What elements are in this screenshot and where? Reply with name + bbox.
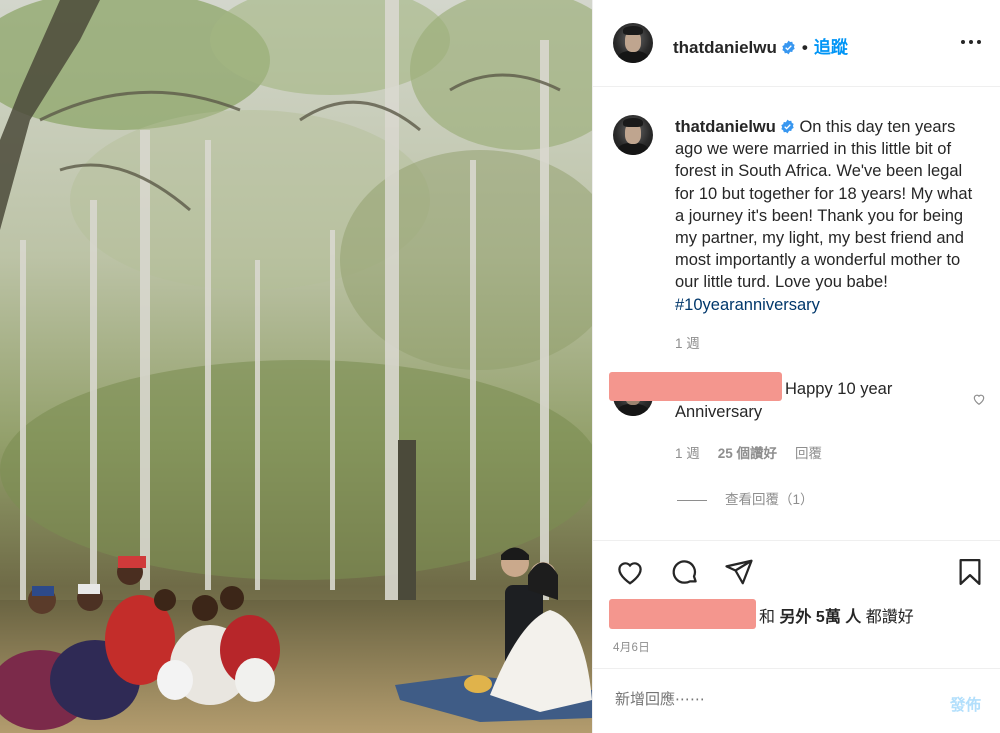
separator-dot: • — [801, 38, 808, 57]
like-heart-icon[interactable] — [615, 557, 645, 587]
header-name-row: thatdanielwu • 追蹤 — [673, 33, 848, 58]
post-caption: thatdanielwu On this day ten years ago w… — [675, 116, 985, 316]
comment-reply-button[interactable]: 回覆 — [795, 446, 822, 461]
likes-prefix: 和 — [759, 609, 776, 626]
redacted-liker-name — [609, 599, 756, 629]
post-comment-button[interactable]: 發佈 — [950, 693, 981, 715]
caption-username[interactable]: thatdanielwu — [675, 118, 776, 136]
verified-badge-icon — [782, 40, 795, 55]
add-comment-bar: 發佈 — [593, 668, 1000, 733]
share-paper-plane-icon[interactable] — [724, 557, 754, 587]
post-detail-panel: thatdanielwu • 追蹤 thatdanielwu On this day… — [592, 0, 1000, 733]
post-photo[interactable] — [0, 0, 592, 733]
caption-author-avatar[interactable] — [613, 115, 653, 155]
likes-summary[interactable]: 和 另外 5萬 人 都讚好 — [759, 603, 914, 627]
view-replies-label: 查看回覆（1） — [725, 492, 814, 507]
comment-time[interactable]: 1 週 — [675, 446, 700, 461]
comment-like-heart-icon[interactable] — [972, 392, 986, 406]
caption-hashtag[interactable]: #10yearanniversary — [675, 296, 820, 314]
caption-text: On this day ten years ago we were marrie… — [675, 118, 973, 292]
view-replies-button[interactable]: 查看回覆（1） — [677, 488, 814, 508]
comment-input[interactable] — [615, 691, 915, 708]
author-avatar[interactable] — [613, 23, 653, 63]
likes-suffix: 都讚好 — [865, 609, 914, 626]
replies-divider-line — [677, 499, 707, 501]
verified-badge-icon — [781, 119, 794, 134]
save-bookmark-icon[interactable] — [955, 557, 985, 587]
comment-text: Happy 10 year Anniversary — [675, 380, 893, 421]
likes-others-count[interactable]: 另外 5萬 人 — [779, 609, 861, 626]
caption-time[interactable]: 1 週 — [675, 332, 700, 352]
more-options-icon[interactable] — [961, 38, 981, 48]
comment-likes-count[interactable]: 25 個讚好 — [718, 446, 777, 461]
comment-meta: 1 週 25 個讚好 回覆 — [675, 442, 840, 462]
follow-button[interactable]: 追蹤 — [814, 38, 848, 57]
comment-bubble-icon[interactable] — [670, 557, 700, 587]
post-header: thatdanielwu • 追蹤 — [593, 0, 1000, 87]
author-username[interactable]: thatdanielwu — [673, 38, 777, 57]
post-date[interactable]: 4月6日 — [613, 639, 650, 655]
forest-wedding-image — [0, 0, 592, 733]
